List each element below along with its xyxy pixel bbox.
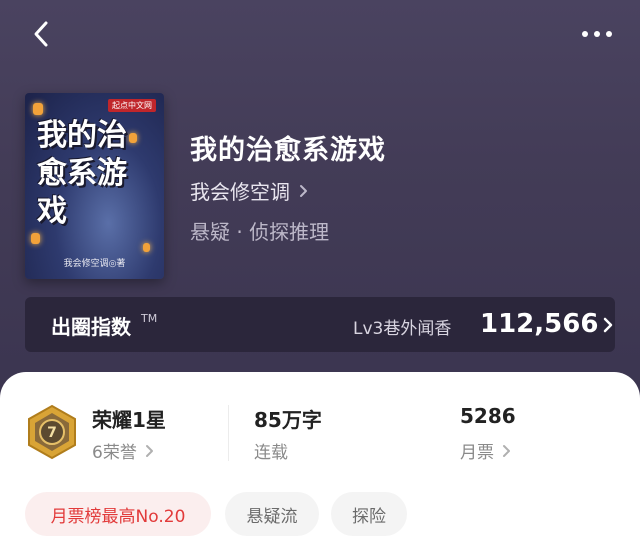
cover-title-art: 我的治愈系游戏 bbox=[37, 118, 127, 229]
index-level: Lv3巷外闻香 bbox=[353, 319, 452, 339]
popularity-index-bar[interactable]: 出圈指数 TM Lv3巷外闻香 112,566 bbox=[25, 297, 615, 352]
honor-badge-icon: 7 bbox=[28, 404, 76, 460]
chevron-right-icon bbox=[300, 184, 307, 197]
more-options-button[interactable] bbox=[580, 24, 614, 44]
back-button[interactable] bbox=[30, 18, 54, 50]
lantern-decoration bbox=[143, 243, 150, 252]
badge-number: 7 bbox=[47, 425, 57, 441]
chevron-right-icon bbox=[145, 444, 153, 457]
author-name: 我会修空调 bbox=[190, 180, 290, 204]
book-header: 起点中文网 我的治愈系游戏 我会修空调◎著 我的治愈系游戏 我会修空调 悬疑 ·… bbox=[0, 0, 640, 400]
book-cover[interactable]: 起点中文网 我的治愈系游戏 我会修空调◎著 bbox=[25, 93, 164, 279]
honor-link[interactable]: 6荣誉 bbox=[92, 438, 157, 463]
index-label: 出圈指数 bbox=[51, 315, 131, 339]
tag-adventure[interactable]: 探险 bbox=[331, 492, 407, 536]
index-value: 112,566 bbox=[480, 309, 599, 339]
publisher-logo: 起点中文网 bbox=[108, 99, 156, 112]
lantern-decoration bbox=[31, 233, 40, 244]
chevron-left-icon bbox=[34, 21, 48, 47]
author-link[interactable]: 我会修空调 bbox=[190, 176, 312, 205]
cover-author-credit: 我会修空调◎著 bbox=[63, 259, 126, 269]
monthly-ticket-label: 月票 bbox=[460, 443, 494, 463]
tag-ranking[interactable]: 月票榜最高No.20 bbox=[25, 492, 211, 536]
honor-title: 荣耀1星 bbox=[92, 408, 166, 432]
monthly-ticket-count: 5286 bbox=[460, 404, 516, 428]
more-dots-icon bbox=[582, 31, 612, 37]
chevron-right-icon bbox=[503, 444, 510, 457]
tag-suspense[interactable]: 悬疑流 bbox=[225, 492, 319, 536]
lantern-decoration bbox=[33, 103, 43, 115]
book-genre: 悬疑 · 侦探推理 bbox=[190, 220, 330, 244]
chevron-right-icon bbox=[603, 317, 613, 333]
serial-status-label: 连载 bbox=[254, 443, 288, 463]
monthly-ticket-link[interactable]: 月票 bbox=[460, 438, 514, 463]
stats-divider bbox=[228, 405, 229, 461]
book-title: 我的治愈系游戏 bbox=[190, 135, 386, 166]
serial-status: 连载 bbox=[254, 438, 288, 463]
honor-count: 6荣誉 bbox=[92, 443, 137, 463]
trademark-mark: TM bbox=[141, 312, 158, 325]
word-count: 85万字 bbox=[254, 408, 322, 432]
